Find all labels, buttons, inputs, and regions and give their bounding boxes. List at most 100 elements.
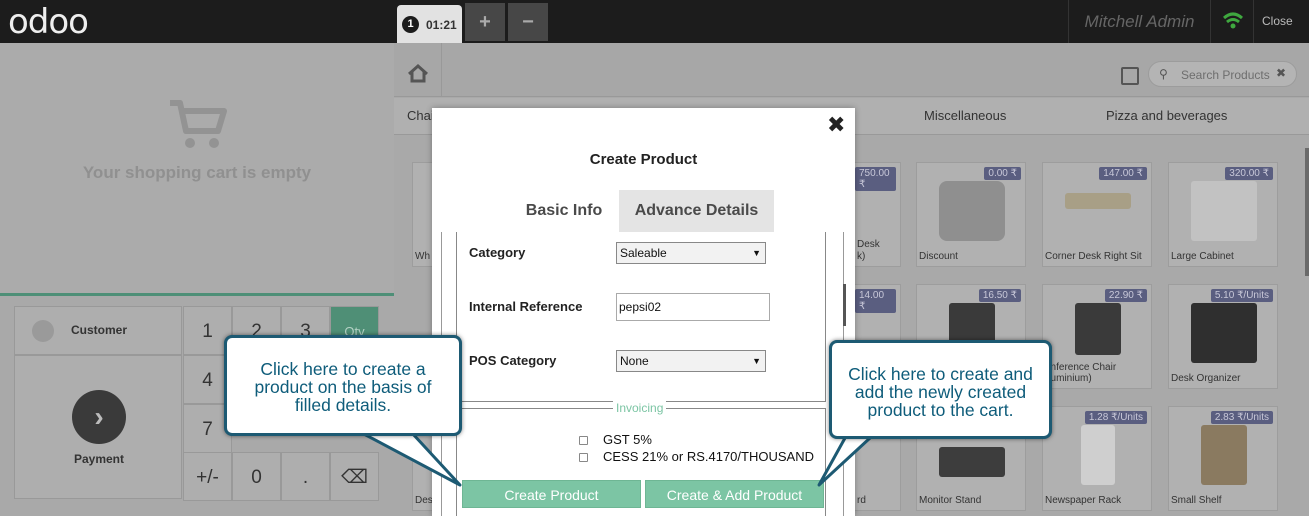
gst-checkbox[interactable] — [579, 436, 588, 445]
internal-reference-input[interactable]: pepsi02 — [616, 293, 770, 321]
gst-label: GST 5% — [603, 432, 652, 447]
close-icon[interactable]: ✖ — [827, 112, 845, 138]
product-price: 1.28 ₹/Units — [1084, 411, 1147, 424]
product-image — [1191, 181, 1257, 241]
products-header: ⚲ Search Products ✖ — [394, 43, 1309, 97]
product-card[interactable]: 2.83 ₹/Units Small Shelf — [1168, 406, 1278, 511]
product-name: Monitor Stand — [919, 495, 982, 506]
product-image — [1065, 193, 1131, 209]
customer-label: Customer — [71, 323, 128, 337]
numpad-key-dot[interactable]: . — [281, 452, 330, 501]
product-image — [1075, 303, 1121, 355]
product-price: 2.83 ₹/Units — [1210, 411, 1273, 424]
product-image — [1081, 425, 1115, 485]
home-icon — [408, 63, 428, 83]
delete-order-button[interactable]: − — [508, 3, 548, 41]
product-image — [939, 447, 1005, 477]
product-card[interactable]: 750.00 ₹ Desk k) — [854, 162, 901, 267]
product-card[interactable]: 320.00 ₹ Large Cabinet — [1168, 162, 1278, 267]
product-name: Wh — [415, 251, 430, 262]
chevron-down-icon: ▼ — [752, 356, 761, 366]
order-number-badge: 1 — [402, 16, 419, 33]
product-card[interactable]: 147.00 ₹ Corner Desk Right Sit — [1042, 162, 1152, 267]
product-price: 147.00 ₹ — [1099, 167, 1147, 180]
tab-basic-info[interactable]: Basic Info — [517, 190, 611, 232]
callout-create-product: Click here to create a product on the ba… — [224, 335, 462, 436]
products-scrollbar[interactable] — [1305, 148, 1309, 276]
product-name: Small Shelf — [1171, 495, 1222, 506]
category-pizza-beverages[interactable]: Pizza and beverages — [1106, 108, 1227, 123]
product-image — [1201, 425, 1247, 485]
tab-advance-details[interactable]: Advance Details — [619, 190, 774, 232]
search-placeholder: Search Products — [1181, 68, 1270, 82]
payment-button[interactable]: › Payment — [14, 355, 182, 499]
category-select[interactable]: Saleable ▼ — [616, 242, 766, 264]
pos-category-label: POS Category — [469, 353, 557, 368]
internal-reference-label: Internal Reference — [469, 299, 583, 314]
empty-cart-text: Your shopping cart is empty — [82, 163, 312, 182]
form-scrollbar[interactable] — [843, 284, 846, 326]
product-image — [1191, 303, 1257, 363]
pos-category-select[interactable]: None ▼ — [616, 350, 766, 372]
category-value: Saleable — [620, 246, 667, 260]
pos-category-value: None — [620, 354, 649, 368]
product-name: Large Cabinet — [1171, 251, 1234, 262]
category-miscellaneous[interactable]: Miscellaneous — [924, 108, 1006, 123]
search-input[interactable]: ⚲ Search Products ✖ — [1148, 61, 1297, 87]
product-price: 22.90 ₹ — [1104, 289, 1147, 302]
callout-create-add-product: Click here to create and add the newly c… — [829, 340, 1052, 439]
numpad-key-0[interactable]: 0 — [232, 452, 281, 501]
cart-icon — [168, 99, 228, 154]
user-name: Mitchell Admin — [1068, 0, 1210, 43]
top-bar: odoo 1 01:21 + − Mitchell Admin Close — [0, 0, 1309, 43]
clear-search-icon[interactable]: ✖ — [1276, 66, 1286, 80]
product-price: 5.10 ₹/Units — [1210, 289, 1273, 302]
cess-label: CESS 21% or RS.4170/THOUSAND — [603, 449, 814, 464]
invoicing-legend: Invoicing — [613, 401, 667, 415]
product-card[interactable]: 22.90 ₹ onference Chair (luminium) — [1042, 284, 1152, 389]
new-order-button[interactable]: + — [465, 3, 505, 41]
create-product-dialog: ✖ Create Product Basic Info Advance Deta… — [432, 108, 855, 516]
cess-checkbox[interactable] — [579, 453, 588, 462]
product-price: 14.00 ₹ — [855, 289, 896, 313]
payment-label: Payment — [73, 452, 125, 466]
callout-right-pointer — [817, 432, 872, 487]
category-chai[interactable]: Chai — [407, 108, 434, 123]
product-card[interactable]: Wh — [412, 162, 434, 267]
create-and-add-product-button[interactable]: Create & Add Product — [645, 480, 824, 508]
product-name: Discount — [919, 251, 958, 262]
product-name: Newspaper Rack — [1045, 495, 1122, 506]
user-icon — [32, 320, 54, 342]
search-icon: ⚲ — [1159, 67, 1168, 81]
close-pos-button[interactable]: Close — [1262, 14, 1293, 28]
product-name: rd — [857, 495, 866, 506]
customer-button[interactable]: Customer — [14, 306, 182, 355]
add-product-icon[interactable] — [1121, 67, 1139, 85]
product-price: 320.00 ₹ — [1225, 167, 1273, 180]
camera-icon — [939, 181, 1005, 241]
home-button[interactable] — [394, 43, 442, 97]
product-name: Desk Organizer — [1171, 373, 1241, 384]
product-name-extra: Desk — [857, 239, 880, 250]
product-price: 16.50 ₹ — [978, 289, 1021, 302]
product-card[interactable]: 1.28 ₹/Units Newspaper Rack — [1042, 406, 1152, 511]
product-price: 750.00 ₹ — [855, 167, 896, 191]
dialog-title: Create Product — [589, 151, 698, 168]
chevron-down-icon: ▼ — [752, 248, 761, 258]
order-time: 01:21 — [426, 18, 457, 32]
product-card[interactable]: 5.10 ₹/Units Desk Organizer — [1168, 284, 1278, 389]
category-label: Category — [469, 245, 526, 260]
wifi-icon — [1210, 0, 1254, 43]
odoo-logo: odoo — [8, 2, 89, 42]
form-scroll-area: Category Saleable ▼ Internal Reference p… — [441, 232, 844, 516]
order-tab[interactable]: 1 01:21 — [397, 5, 462, 43]
product-name: Des — [415, 495, 433, 506]
product-card[interactable]: 0.00 ₹ Discount — [916, 162, 1026, 267]
product-name: k) — [857, 251, 866, 262]
numpad-key-plusminus[interactable]: +/- — [183, 452, 232, 501]
chevron-right-icon: › — [72, 390, 126, 444]
product-name: Corner Desk Right Sit — [1045, 251, 1142, 262]
create-product-button[interactable]: Create Product — [462, 480, 641, 508]
product-name: onference Chair (luminium) — [1045, 362, 1117, 384]
product-price: 0.00 ₹ — [984, 167, 1021, 180]
